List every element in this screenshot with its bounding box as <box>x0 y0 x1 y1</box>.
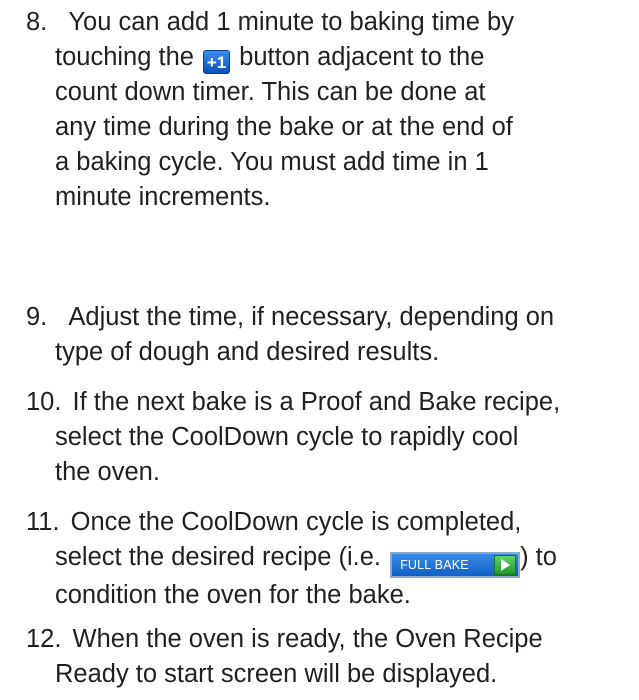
step-number: 11. <box>26 508 60 536</box>
instruction-page: 8. You can add 1 minute to baking time b… <box>0 0 639 700</box>
step-9: 9. Adjust the time, if necessary, depend… <box>26 300 632 370</box>
step-text-line: touching the <box>55 43 194 71</box>
step-text-line: select the CoolDown cycle to rapidly coo… <box>55 423 519 451</box>
step-text-line: You can add 1 minute to baking time by <box>68 8 514 36</box>
step-8: 8. You can add 1 minute to baking time b… <box>26 5 632 215</box>
step-number: 8. <box>26 8 48 36</box>
step-text-line: Once the CoolDown cycle is completed, <box>70 508 522 536</box>
step-number: 10. <box>26 388 62 416</box>
step-text-line: condition the oven for the bake. <box>55 581 411 609</box>
step-text-line: button adjacent to the <box>239 43 485 71</box>
step-text-line: any time during the bake or at the end o… <box>55 113 513 141</box>
step-number: 12. <box>26 625 62 653</box>
step-text-line: ) to <box>520 543 557 571</box>
step-text-line: the oven. <box>55 458 160 486</box>
step-text-line: select the desired recipe (i.e. <box>55 543 381 571</box>
step-text-line: If the next bake is a Proof and Bake rec… <box>72 388 561 416</box>
plus-one-icon: +1 <box>203 50 231 74</box>
step-text-line: minute increments. <box>55 183 271 211</box>
step-text-line: Adjust the time, if necessary, depending… <box>68 303 555 331</box>
step-11: 11. Once the CoolDown cycle is completed… <box>26 505 632 613</box>
step-text-line: count down timer. This can be done at <box>55 78 486 106</box>
full-bake-button: FULL BAKE <box>390 552 521 578</box>
full-bake-label: FULL BAKE <box>400 558 469 572</box>
step-text-line: type of dough and desired results. <box>55 338 440 366</box>
step-number: 9. <box>26 303 48 331</box>
step-text-line: a baking cycle. You must add time in 1 <box>55 148 489 176</box>
step-12: 12. When the oven is ready, the Oven Rec… <box>26 622 632 692</box>
step-text-line: Ready to start screen will be displayed. <box>55 660 498 688</box>
step-10: 10. If the next bake is a Proof and Bake… <box>26 385 632 490</box>
step-text-line: When the oven is ready, the Oven Recipe <box>72 625 543 653</box>
play-icon <box>494 555 517 575</box>
